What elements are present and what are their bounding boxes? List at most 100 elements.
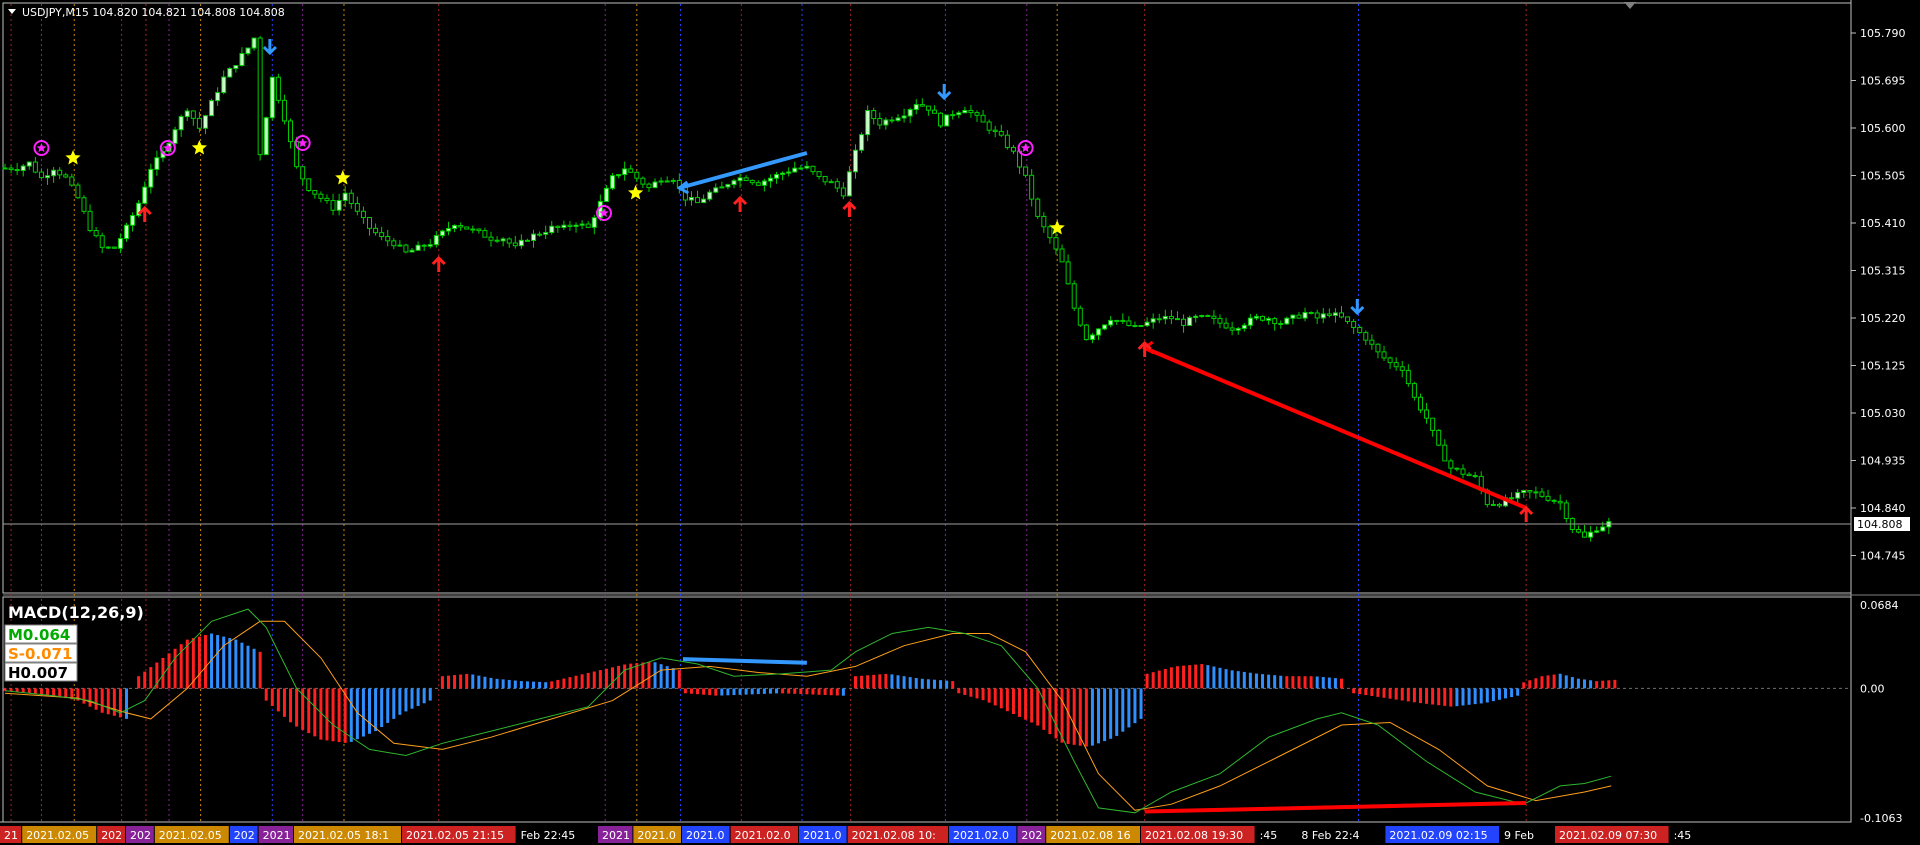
candle-body (99, 235, 105, 248)
candle-body (312, 190, 318, 195)
candle-body (93, 230, 99, 237)
time-label: 202 (234, 829, 255, 842)
candle-body (433, 235, 439, 246)
price-tick-label: 105.410 (1860, 217, 1906, 230)
candle-body (45, 175, 51, 179)
candle-body (640, 177, 646, 185)
candle-body (944, 114, 950, 127)
candle-body (670, 179, 676, 182)
candle-body (737, 177, 743, 182)
candle-body (1132, 324, 1138, 327)
candle-body (1369, 339, 1375, 345)
candle-body (573, 224, 579, 227)
candle-body (1557, 500, 1563, 504)
candle-body (853, 149, 858, 173)
candle-body (1509, 497, 1515, 500)
candle-body (1217, 317, 1223, 324)
candle-body (360, 210, 366, 219)
candle-body (506, 238, 512, 244)
candle-body (731, 180, 737, 186)
candle-body (998, 130, 1004, 136)
candle-body (300, 166, 306, 180)
candle-body (1600, 526, 1606, 532)
time-label: 9 Feb (1504, 829, 1534, 842)
candle-body (1405, 369, 1411, 385)
candle-body (227, 68, 233, 78)
candle-body (1168, 315, 1174, 320)
candle-body (707, 191, 713, 200)
candle-body (354, 203, 360, 212)
candle-body (1496, 503, 1502, 507)
time-label: Feb 22:45 (521, 829, 576, 842)
candle-body (439, 230, 445, 237)
candle-body (1339, 312, 1344, 318)
candle-body (616, 174, 622, 177)
time-label: 202 (101, 829, 122, 842)
candle-body (1120, 319, 1126, 322)
candle-body (725, 184, 731, 188)
candle-body (202, 115, 208, 129)
candle-body (1436, 429, 1442, 446)
candle-body (579, 223, 585, 226)
candle-body (1023, 166, 1029, 176)
candle-body (111, 246, 117, 249)
candle-body (26, 161, 32, 167)
candle-body (1229, 327, 1235, 331)
candle-body (1326, 313, 1332, 316)
candle-body (1357, 327, 1363, 334)
time-label: 2021.02.05 (159, 829, 222, 842)
candle-body (531, 233, 537, 241)
price-tick-label: 104.840 (1860, 502, 1906, 515)
candle-body (8, 167, 14, 171)
time-label: 2021 (602, 829, 630, 842)
candle-body (1053, 237, 1059, 250)
candle-body (561, 224, 567, 228)
candle-body (397, 244, 403, 247)
time-label: 202 (1021, 829, 1042, 842)
candle-body (1272, 318, 1278, 324)
candle-body (379, 232, 385, 237)
candle-body (889, 119, 895, 122)
candle-body (610, 175, 615, 189)
time-label: 8 Feb 22:4 (1301, 829, 1359, 842)
candle-body (980, 114, 986, 123)
candle-body (1545, 495, 1551, 501)
candle-body (537, 233, 543, 236)
candle-body (221, 76, 227, 94)
candle-body (865, 110, 871, 136)
time-label: 2021.02.05 18:1 (298, 829, 389, 842)
candle-body (1138, 325, 1144, 328)
candle-body (1162, 315, 1168, 320)
candle-body (324, 197, 330, 202)
candle-body (51, 169, 57, 177)
candle-body (792, 167, 798, 173)
candle-body (1114, 319, 1120, 322)
h-label: H0.007 (8, 664, 68, 682)
time-label: 2021.02.05 21:15 (406, 829, 504, 842)
candle-body (828, 181, 834, 184)
candle-body (524, 239, 530, 242)
candle-body (950, 114, 956, 117)
candle-body (986, 121, 992, 131)
price-tick-label: 104.935 (1860, 455, 1906, 468)
candle-body (962, 109, 968, 114)
candle-body (470, 228, 476, 231)
candle-body (992, 129, 998, 132)
candle-body (196, 117, 202, 129)
candle-body (603, 187, 609, 202)
candle-body (786, 171, 792, 174)
candle-body (968, 109, 974, 114)
price-tick-label: 105.030 (1860, 407, 1906, 420)
candle-body (1235, 327, 1241, 331)
candle-body (925, 105, 931, 111)
candle-body (342, 192, 348, 202)
candle-body (810, 165, 816, 173)
candle-body (646, 183, 652, 189)
candle-body (385, 235, 391, 242)
candle-body (1424, 409, 1430, 419)
candle-body (713, 187, 719, 193)
candle-body (1284, 317, 1290, 325)
candle-body (263, 117, 269, 156)
candle-body (1193, 315, 1199, 319)
time-label: :45 (1674, 829, 1692, 842)
